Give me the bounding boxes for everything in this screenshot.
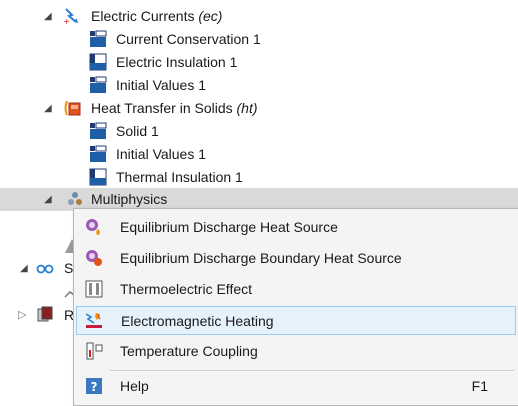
menu-item-label: Electromagnetic Heating — [121, 313, 274, 329]
tree-label: Heat Transfer in Solids — [91, 100, 233, 116]
tree-node-heat-transfer[interactable]: ◢ Heat Transfer in Solids (ht) — [0, 97, 400, 120]
temperature-coupling-icon — [86, 342, 103, 360]
expand-arrow-icon[interactable]: ◢ — [44, 195, 52, 205]
initial-values-icon — [90, 145, 107, 162]
domain-feature-icon — [90, 122, 107, 139]
collapse-arrow-icon[interactable]: ▷ — [18, 310, 26, 321]
physics-feature-icon — [90, 30, 107, 47]
menu-item-label: Temperature Coupling — [120, 343, 258, 359]
menu-item-equilibrium-discharge-heat-source[interactable]: Equilibrium Discharge Heat Source — [76, 213, 516, 242]
electromagnetic-heating-icon — [85, 313, 102, 328]
tree-node-results[interactable]: ▷ R — [0, 304, 74, 327]
tree-label: Initial Values 1 — [116, 146, 207, 162]
tree-node-ht-child[interactable]: Initial Values 1 — [0, 143, 400, 166]
menu-item-label: Equilibrium Discharge Heat Source — [120, 219, 338, 235]
tree-node-ht-child[interactable]: Thermal Insulation 1 — [0, 166, 400, 189]
expand-arrow-icon[interactable]: ◢ — [20, 264, 28, 274]
menu-item-label: Help — [120, 378, 149, 394]
tree-node-ec-child[interactable]: Current Conservation 1 — [0, 28, 400, 51]
menu-item-label: Thermoelectric Effect — [120, 281, 253, 297]
tree-label: S — [64, 260, 74, 276]
menu-separator — [110, 370, 514, 371]
tree-label: Electric Currents — [91, 8, 195, 24]
multiphysics-icon — [68, 192, 82, 205]
menu-item-electromagnetic-heating[interactable]: Electromagnetic Heating — [76, 306, 516, 335]
tree-label: Thermal Insulation 1 — [116, 169, 243, 185]
electric-currents-icon: + — [63, 8, 79, 25]
thermoelectric-icon — [85, 280, 103, 298]
tree-label: Solid 1 — [116, 123, 159, 139]
tree-node-electric-currents[interactable]: ◢ + Electric Currents (ec) — [0, 5, 400, 28]
svg-text:+: + — [63, 17, 70, 25]
results-icon — [37, 306, 53, 322]
boundary-feature-icon — [89, 53, 107, 71]
tree-label: Electric Insulation 1 — [116, 54, 238, 70]
tree-node-study[interactable]: ◢ S — [0, 257, 73, 280]
menu-item-equilibrium-discharge-boundary-heat-source[interactable]: Equilibrium Discharge Boundary Heat Sour… — [76, 244, 516, 273]
heat-transfer-icon — [64, 100, 81, 116]
tree-node-ec-child[interactable]: Initial Values 1 — [0, 74, 400, 97]
tree-node-ec-child[interactable]: Electric Insulation 1 — [0, 51, 400, 74]
context-menu: Equilibrium Discharge Heat Source Equili… — [73, 208, 518, 406]
menu-item-label: Equilibrium Discharge Boundary Heat Sour… — [120, 250, 402, 266]
tree-tag: (ht) — [236, 100, 258, 116]
tree-label: Initial Values 1 — [116, 77, 207, 93]
tree-label: Current Conservation 1 — [116, 31, 261, 47]
tree-node-ht-child[interactable]: Solid 1 — [0, 120, 400, 143]
svg-text:?: ? — [91, 380, 98, 394]
menu-item-thermoelectric-effect[interactable]: Thermoelectric Effect — [76, 275, 516, 304]
initial-values-icon — [90, 76, 107, 93]
discharge-boundary-heat-source-icon — [86, 250, 102, 266]
expand-arrow-icon[interactable]: ◢ — [44, 12, 52, 22]
menu-item-temperature-coupling[interactable]: Temperature Coupling — [76, 337, 516, 366]
discharge-heat-source-icon — [86, 219, 100, 235]
help-icon: ? — [86, 378, 102, 394]
shortcut-key: F1 — [471, 378, 488, 394]
expand-arrow-icon[interactable]: ◢ — [44, 104, 52, 114]
study-icon — [36, 264, 54, 274]
boundary-feature-icon — [89, 168, 107, 186]
tree-tag: (ec) — [198, 8, 223, 24]
menu-item-help[interactable]: ? Help F1 — [76, 372, 516, 401]
